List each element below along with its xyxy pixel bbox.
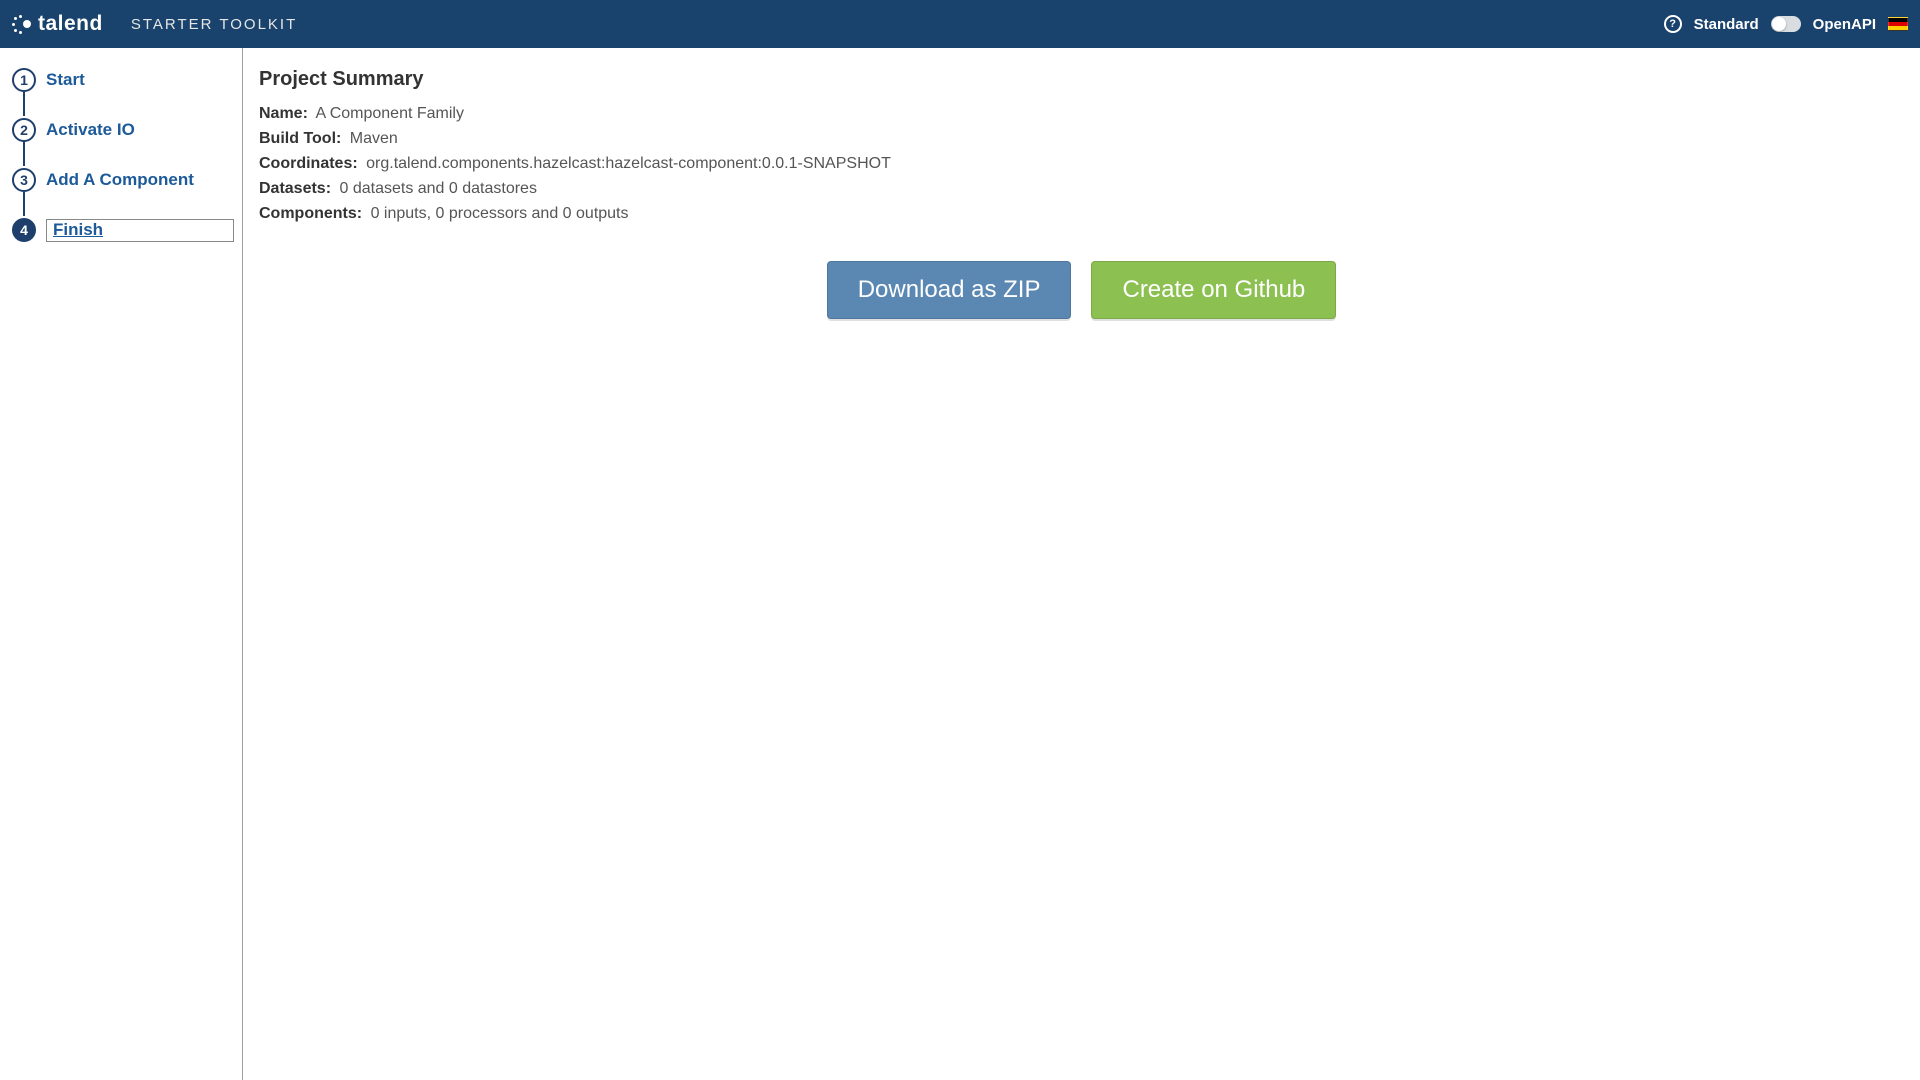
brand-name: talend [38, 12, 103, 36]
wizard-step-start[interactable]: 1 Start [12, 68, 234, 92]
field-value: 0 inputs, 0 processors and 0 outputs [371, 205, 629, 222]
summary-build-row: Build Tool: Maven [259, 130, 1904, 148]
mode-standard-label: Standard [1694, 16, 1759, 33]
summary-components-row: Components: 0 inputs, 0 processors and 0… [259, 205, 1904, 223]
main-content: Project Summary Name: A Component Family… [243, 48, 1920, 1080]
talend-logo-icon [12, 13, 34, 35]
step-number-badge: 1 [12, 68, 36, 92]
locale-flag-icon[interactable] [1888, 17, 1908, 31]
field-value: Maven [350, 130, 398, 147]
step-label: Add A Component [46, 170, 194, 190]
step-label: Activate IO [46, 120, 135, 140]
field-label: Name: [259, 105, 308, 122]
actions-row: Download as ZIP Create on Github [259, 261, 1904, 319]
wizard-step-activate-io[interactable]: 2 Activate IO [12, 118, 234, 142]
field-label: Datasets: [259, 180, 331, 197]
app-title: STARTER TOOLKIT [131, 16, 297, 33]
field-label: Build Tool: [259, 130, 341, 147]
summary-datasets-row: Datasets: 0 datasets and 0 datastores [259, 180, 1904, 198]
summary-coordinates-row: Coordinates: org.talend.components.hazel… [259, 155, 1904, 173]
step-label: Start [46, 70, 85, 90]
step-label: Finish [46, 219, 234, 242]
summary-name-row: Name: A Component Family [259, 105, 1904, 123]
help-icon[interactable]: ? [1664, 15, 1682, 33]
field-value: 0 datasets and 0 datastores [339, 180, 536, 197]
step-number-badge: 2 [12, 118, 36, 142]
brand-logo: talend [12, 12, 103, 36]
wizard-step-finish[interactable]: 4 Finish [12, 218, 234, 242]
field-label: Coordinates: [259, 155, 358, 172]
wizard-sidebar: 1 Start 2 Activate IO 3 Add A Component … [0, 48, 243, 1080]
create-github-button[interactable]: Create on Github [1091, 261, 1336, 319]
mode-openapi-label: OpenAPI [1813, 16, 1876, 33]
download-zip-button[interactable]: Download as ZIP [827, 261, 1072, 319]
field-value: org.talend.components.hazelcast:hazelcas… [366, 155, 891, 172]
wizard-step-add-component[interactable]: 3 Add A Component [12, 168, 234, 192]
step-number-badge: 4 [12, 218, 36, 242]
step-number-badge: 3 [12, 168, 36, 192]
app-header: talend STARTER TOOLKIT ? Standard OpenAP… [0, 0, 1920, 48]
field-label: Components: [259, 205, 362, 222]
page-title: Project Summary [259, 68, 1904, 91]
field-value: A Component Family [315, 105, 464, 122]
mode-toggle[interactable] [1771, 16, 1801, 32]
